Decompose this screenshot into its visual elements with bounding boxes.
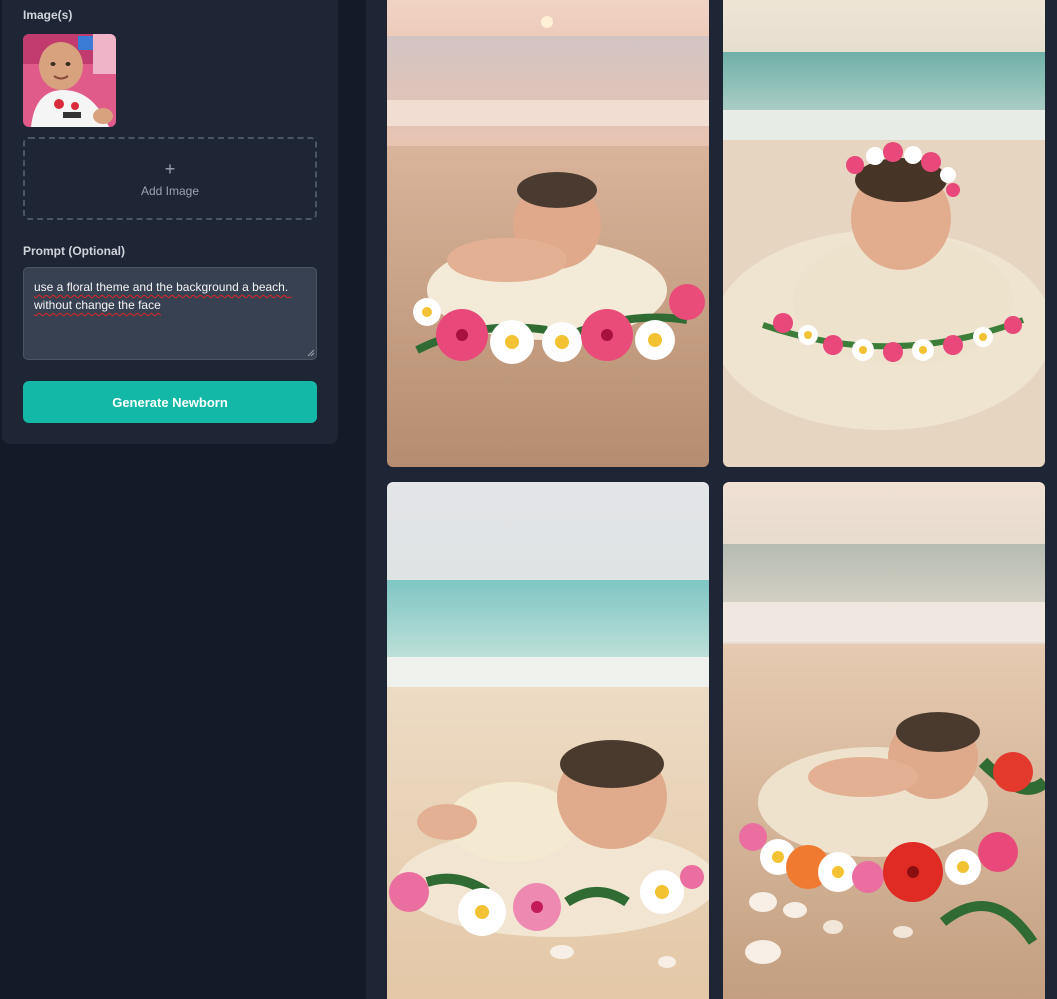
newborn-sleeping-on-blanket-image — [387, 482, 709, 999]
result-image-3[interactable] — [387, 482, 709, 999]
result-image-4[interactable] — [723, 482, 1045, 999]
sidebar: Image(s) + Add Image Prompt (Optional) u… — [0, 0, 366, 999]
newborn-beach-floral-image — [387, 0, 709, 467]
resize-handle-icon[interactable] — [307, 349, 315, 357]
add-image-label: Add Image — [140, 183, 200, 198]
newborn-flower-crown-image — [723, 0, 1045, 467]
newborn-tropical-flowers-image — [723, 482, 1045, 999]
prompt-label: Prompt (Optional) — [23, 244, 125, 258]
results-gallery — [366, 0, 1057, 999]
baby-photo-thumbnail-image — [23, 34, 116, 127]
result-image-2[interactable] — [723, 0, 1045, 467]
result-image-1[interactable] — [387, 0, 709, 467]
generate-newborn-button[interactable]: Generate Newborn — [23, 381, 317, 423]
uploaded-image-thumbnail[interactable] — [23, 34, 116, 127]
prompt-textarea[interactable] — [23, 267, 317, 360]
add-image-dropzone[interactable]: + Add Image — [23, 137, 317, 220]
images-label: Image(s) — [23, 8, 73, 22]
app-root: Image(s) + Add Image Prompt (Optional) u… — [0, 0, 1057, 999]
plus-icon: + — [164, 158, 176, 179]
